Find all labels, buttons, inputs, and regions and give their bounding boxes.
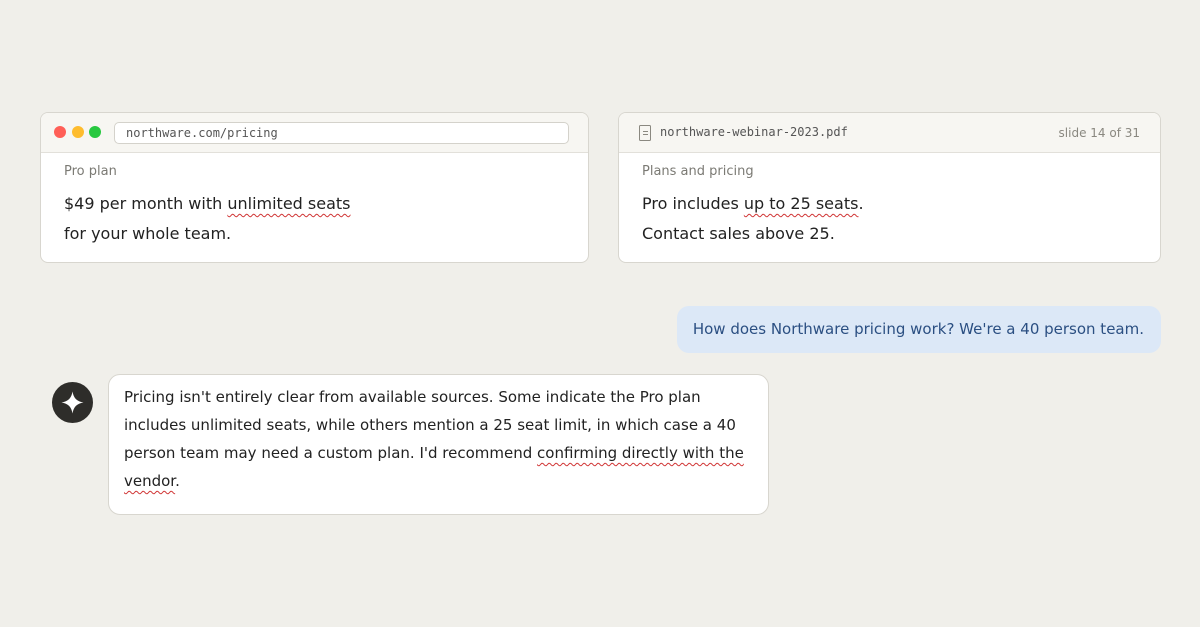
user-message-bubble: How does Northware pricing work? We're a… xyxy=(676,306,1161,353)
browser-toolbar: northware.com/pricing xyxy=(41,113,588,153)
browser-source-card: northware.com/pricing Pro plan $49 per m… xyxy=(40,112,589,263)
sparkle-icon xyxy=(61,391,84,414)
pdf-text-highlight: up to 25 seats xyxy=(743,194,859,213)
pdf-source-card: northware-webinar-2023.pdf slide 14 of 3… xyxy=(618,112,1161,263)
pdf-card-text: Pro includes up to 25 seats. Contact sal… xyxy=(642,189,1160,249)
browser-text-before: $49 per month with xyxy=(64,194,228,213)
pdf-text-line2: Contact sales above 25. xyxy=(642,224,835,243)
close-dot-icon[interactable] xyxy=(54,126,66,138)
slide-count: slide 14 of 31 xyxy=(1058,126,1140,140)
assistant-text-after: . xyxy=(175,472,180,490)
pdf-card-body: Plans and pricing Pro includes up to 25 … xyxy=(619,153,1160,249)
browser-text-after: for your whole team. xyxy=(64,224,232,243)
browser-text-highlight: unlimited seats xyxy=(227,194,351,213)
browser-card-text: $49 per month with unlimited seats for y… xyxy=(64,189,588,249)
assistant-message-bubble: Pricing isn't entirely clear from availa… xyxy=(108,374,769,515)
pdf-filename: northware-webinar-2023.pdf xyxy=(660,125,848,139)
minimize-dot-icon[interactable] xyxy=(72,126,84,138)
assistant-avatar xyxy=(52,382,93,423)
document-icon xyxy=(639,125,651,141)
pdf-text-after: . xyxy=(858,194,864,213)
maximize-dot-icon[interactable] xyxy=(89,126,101,138)
url-bar[interactable]: northware.com/pricing xyxy=(114,122,569,144)
pdf-card-label: Plans and pricing xyxy=(642,164,754,179)
browser-card-label: Pro plan xyxy=(64,164,117,179)
browser-card-body: Pro plan $49 per month with unlimited se… xyxy=(41,153,588,249)
pdf-header: northware-webinar-2023.pdf slide 14 of 3… xyxy=(619,113,1160,153)
pdf-text-before: Pro includes xyxy=(642,194,744,213)
